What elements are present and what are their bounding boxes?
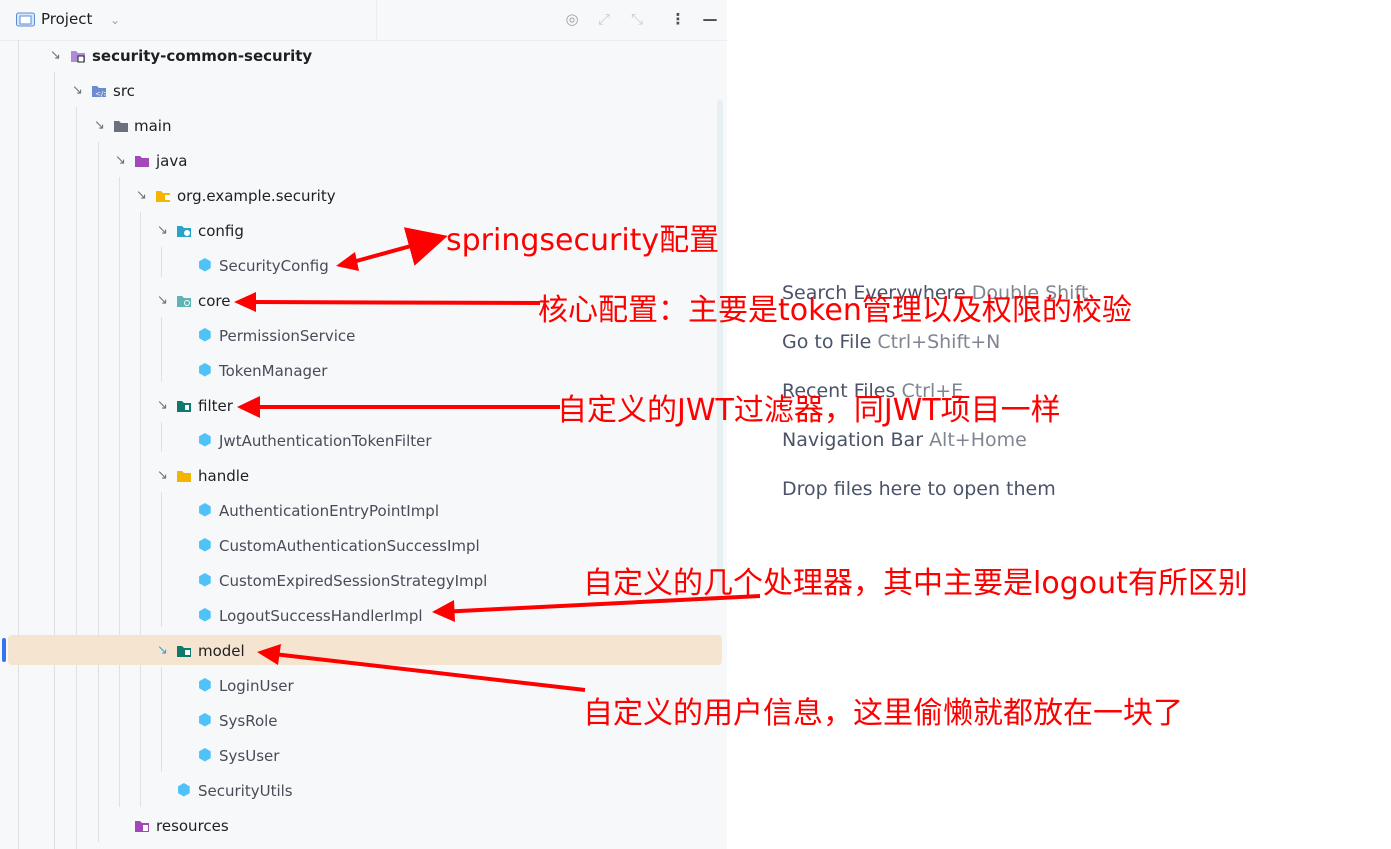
annotation-model: 自定义的用户信息，这里偷懒就都放在一块了 [583,696,1183,731]
annotation-core: 核心配置：主要是token管理以及权限的校验 [538,293,1132,328]
annotation-arrow [239,300,541,305]
arrowhead [237,396,260,418]
arrowhead [234,292,256,312]
annotation-arrow [264,651,586,692]
arrowhead [336,252,359,271]
arrowhead [432,600,455,622]
arrowhead [257,644,281,665]
annotation-filter: 自定义的JWT过滤器，同JWT项目一样 [557,393,1061,428]
annotation-config: springsecurity配置 [446,223,720,258]
annotation-handle: 自定义的几个处理器，其中主要是logout有所区别 [583,566,1248,601]
